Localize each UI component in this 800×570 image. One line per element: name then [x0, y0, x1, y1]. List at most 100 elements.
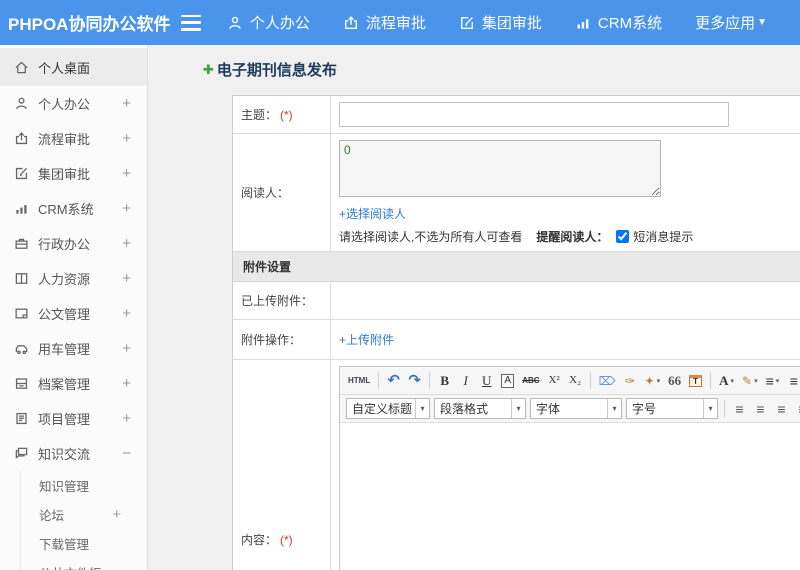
sidebar-item-personal-desktop[interactable]: 个人桌面	[0, 48, 147, 86]
align-center-button[interactable]: ≡	[751, 398, 770, 419]
sidebar-item-group-approval[interactable]: 集团审批 +	[0, 156, 147, 191]
top-nav-crm-system[interactable]: CRM系统	[575, 12, 662, 33]
publish-form: 主题： (*) 阅读人： 0 +选择阅读人 请选择阅读人,不选为所有人可查看 提…	[232, 95, 800, 570]
content-row: 内容： (*) HTML ↶ ↷ B I U A ABC X² X₂ ⌦ ✑ ✦ ▾ 66 T A ▾ ✎ ▾ ≡ ▾ ≡ …	[233, 360, 800, 570]
sidebar-item-crm-system[interactable]: CRM系统 +	[0, 191, 147, 226]
subscript-button[interactable]: X₂	[566, 370, 585, 391]
chevron-down-icon: ▾	[775, 377, 780, 385]
italic-button[interactable]: I	[456, 370, 475, 391]
font-border-button[interactable]: A	[498, 370, 517, 391]
toolbar-separator	[378, 372, 380, 389]
format-brush-icon[interactable]: ✑	[621, 370, 640, 391]
sidebar-item-vehicle-management[interactable]: 用车管理 +	[0, 331, 147, 366]
strikethrough-button[interactable]: ABC	[519, 370, 542, 391]
highlight-color-icon[interactable]: ✎ ▾	[739, 370, 761, 391]
select-label: 自定义标题	[352, 402, 413, 416]
select-label: 字号	[632, 402, 657, 416]
readers-textarea[interactable]: 0	[339, 140, 661, 197]
expand-icon[interactable]: +	[122, 200, 131, 217]
attachments-section-header: 附件设置	[233, 252, 800, 282]
expand-icon[interactable]: +	[122, 305, 131, 322]
top-nav-personal-office[interactable]: 个人办公	[227, 12, 310, 33]
align-right-button[interactable]: ≡	[772, 398, 791, 419]
html-source-button[interactable]: HTML	[345, 370, 373, 391]
expand-icon[interactable]: +	[122, 410, 131, 427]
ordered-list-button[interactable]: ≡ ▾	[763, 370, 783, 391]
blockquote-button[interactable]: 66	[665, 370, 684, 391]
sidebar-item-label: 个人办公	[38, 97, 91, 112]
collapse-icon[interactable]: −	[122, 445, 131, 462]
sidebar-subitem-public-file-cabinet[interactable]: 公共文件柜	[21, 558, 147, 570]
document-icon	[14, 306, 29, 321]
toolbar-separator	[724, 400, 725, 417]
underline-button[interactable]: U	[477, 370, 496, 391]
top-nav-group-approval[interactable]: 集团审批	[459, 12, 542, 33]
bullet-list-button[interactable]: ≡	[784, 370, 800, 391]
flow-icon	[14, 131, 29, 146]
font-color-button[interactable]: A ▾	[716, 370, 737, 391]
chevron-down-icon: ▾	[656, 377, 661, 385]
sidebar-item-label: 知识交流	[38, 447, 91, 462]
font-family-select[interactable]: 字体 ▾	[530, 398, 622, 419]
sidebar-item-document-management[interactable]: 公文管理 +	[0, 296, 147, 331]
chevron-down-icon: ▾	[730, 377, 735, 385]
chart-icon	[14, 201, 29, 216]
sidebar-item-archive-management[interactable]: 档案管理 +	[0, 366, 147, 401]
chevron-down-icon: ▼	[757, 17, 767, 28]
sidebar-item-label: 流程审批	[38, 132, 91, 147]
custom-title-select[interactable]: 自定义标题 ▾	[346, 398, 430, 419]
align-justify-button[interactable]: ≡	[793, 398, 800, 419]
attachment-actions-label: 附件操作：	[233, 320, 331, 359]
bold-button[interactable]: B	[435, 370, 454, 391]
toolbar-separator	[589, 372, 591, 389]
add-icon	[203, 61, 214, 79]
sidebar-item-label: 个人桌面	[38, 60, 91, 76]
sidebar-item-workflow-approval[interactable]: 流程审批 +	[0, 121, 147, 156]
editor-content-area[interactable]	[340, 423, 800, 570]
sidebar-subitem-download-management[interactable]: 下载管理	[21, 529, 147, 558]
sidebar-item-knowledge-exchange[interactable]: 知识交流 −	[0, 436, 147, 471]
top-nav-workflow-approval[interactable]: 流程审批	[343, 12, 426, 33]
expand-icon[interactable]: +	[122, 340, 131, 357]
expand-icon[interactable]: +	[122, 95, 131, 112]
paragraph-format-select[interactable]: 段落格式 ▾	[434, 398, 526, 419]
sidebar-item-human-resources[interactable]: 人力资源 +	[0, 261, 147, 296]
chevron-down-icon: ▾	[511, 399, 525, 418]
toolbar-separator	[429, 372, 431, 389]
sidebar-item-personal-office[interactable]: 个人办公 +	[0, 86, 147, 121]
magic-fill-icon[interactable]: ✦ ▾	[642, 370, 664, 391]
eraser-icon[interactable]: ⌦	[596, 370, 619, 391]
sidebar-subitem-knowledge-management[interactable]: 知识管理	[21, 471, 147, 500]
sidebar-item-project-management[interactable]: 项目管理 +	[0, 401, 147, 436]
expand-icon[interactable]: +	[122, 375, 131, 392]
top-nav-more-apps[interactable]: 更多应用 ▼	[695, 12, 767, 33]
menu-toggle-icon[interactable]	[180, 14, 201, 31]
insert-template-icon[interactable]: T	[686, 370, 705, 391]
nav-label: 个人办公	[249, 15, 310, 32]
undo-icon[interactable]: ↶	[384, 370, 403, 391]
sidebar-item-label: 人力资源	[38, 272, 91, 287]
select-readers-link[interactable]: +选择阅读人	[339, 205, 406, 222]
redo-icon[interactable]: ↷	[405, 370, 424, 391]
sidebar-subitem-forum[interactable]: 论坛 +	[21, 500, 147, 529]
font-size-select[interactable]: 字号 ▾	[626, 398, 718, 419]
subject-input[interactable]	[339, 102, 729, 127]
sidebar-item-label: 行政办公	[38, 237, 91, 252]
expand-icon[interactable]: +	[122, 270, 131, 287]
superscript-button[interactable]: X²	[545, 370, 564, 391]
archive-icon	[14, 376, 29, 391]
attachment-actions-row: 附件操作： +上传附件	[233, 320, 800, 360]
expand-icon[interactable]: +	[122, 165, 131, 182]
upload-attachment-link[interactable]: +上传附件	[339, 331, 394, 348]
subject-row: 主题： (*)	[233, 96, 800, 134]
sms-notify-checkbox[interactable]	[616, 230, 630, 243]
edit-icon	[14, 166, 29, 181]
chat-icon	[14, 446, 29, 461]
sidebar-item-admin-office[interactable]: 行政办公 +	[0, 226, 147, 261]
expand-icon[interactable]: +	[122, 130, 131, 147]
top-nav: 个人办公 流程审批 集团审批 CRM系统 更多应用 ▼	[227, 12, 800, 33]
expand-icon[interactable]: +	[122, 235, 131, 252]
chart-icon	[575, 15, 591, 31]
expand-icon[interactable]: +	[112, 506, 121, 523]
align-left-button[interactable]: ≡	[730, 398, 749, 419]
